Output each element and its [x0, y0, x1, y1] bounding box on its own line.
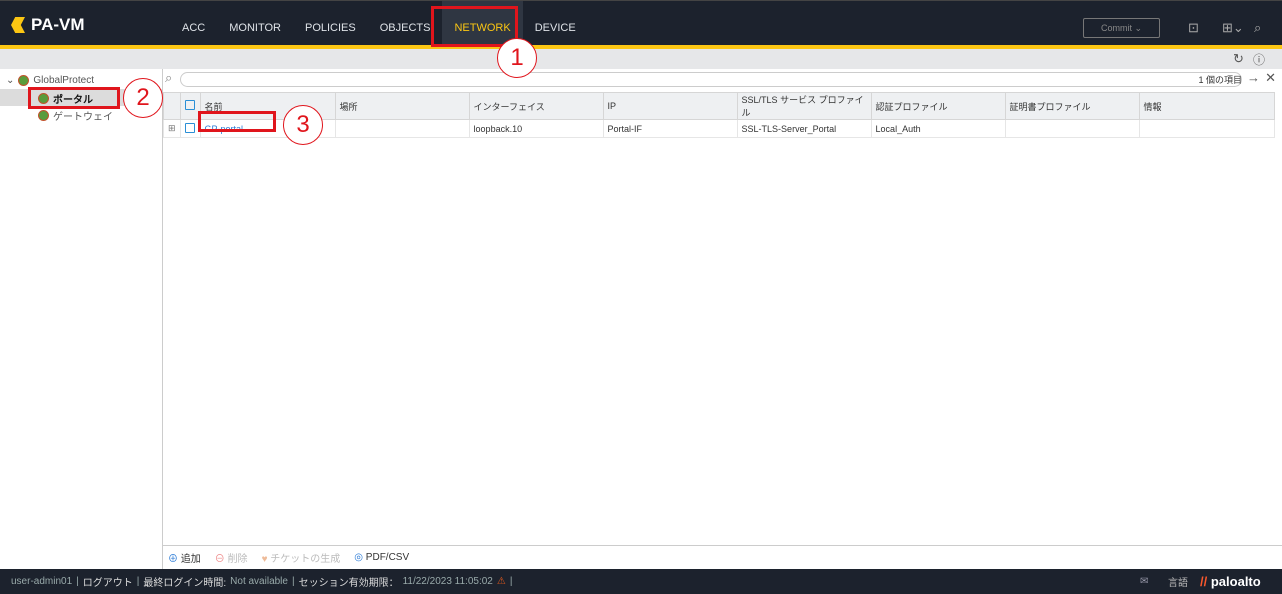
- table-row: ⊞ GP-portal loopback.10 Portal-IF SSL-TL…: [163, 119, 1276, 138]
- logo: PA-VM: [11, 15, 85, 35]
- cell-interface: loopback.10: [468, 119, 604, 138]
- commit-button[interactable]: Commit ⌄: [1083, 18, 1160, 38]
- plus-icon: ⊕: [168, 554, 178, 565]
- language-link[interactable]: 言語: [1168, 574, 1188, 589]
- session-label: セッション有効期限：: [298, 578, 399, 589]
- annotation-1: 1: [497, 38, 537, 78]
- add-button[interactable]: ⊕ 追加: [168, 550, 201, 565]
- tree-globalprotect[interactable]: ⌄ GlobalProtect: [6, 75, 94, 86]
- tab-monitor[interactable]: MONITOR: [217, 1, 293, 46]
- app-title: PA-VM: [31, 15, 85, 34]
- portal-table: 名前 場所 インターフェイス IP SSL/TLS サービス プロファイル 認証…: [163, 92, 1276, 138]
- cell-location: [334, 119, 470, 138]
- tab-policies[interactable]: POLICIES: [293, 1, 368, 46]
- col-location[interactable]: 場所: [334, 92, 470, 120]
- col-info[interactable]: 情報: [1138, 92, 1276, 120]
- main-panel: ⌕ 1 個の項目 → ✕ 名前 場所 インターフェイス IP SSL/TLS サ…: [163, 69, 1282, 545]
- paloalto-logo: // paloalto: [1200, 574, 1261, 589]
- cell-auth-profile: Local_Auth: [870, 119, 1006, 138]
- sidebar-item-gateway[interactable]: ゲートウェイ: [38, 108, 113, 123]
- filter-input[interactable]: [180, 72, 1242, 87]
- pdf-csv-button[interactable]: ◎ PDF/CSV: [354, 552, 409, 563]
- annotation-box-gp-portal: [198, 111, 276, 132]
- mail-icon[interactable]: ✉: [1140, 576, 1148, 587]
- add-label: 追加: [180, 554, 201, 565]
- sub-toolbar: ↻ ⓘ: [0, 49, 1282, 69]
- brand-text: paloalto: [1210, 574, 1261, 589]
- minus-icon: ⊖: [214, 554, 225, 565]
- apply-filter-icon[interactable]: →: [1247, 70, 1260, 85]
- lock-icon[interactable]: ⊡: [1188, 20, 1199, 36]
- refresh-icon[interactable]: ↻: [1233, 51, 1244, 67]
- logo-icon: [11, 17, 25, 33]
- col-ip[interactable]: IP: [602, 92, 738, 120]
- delete-label: 削除: [227, 554, 248, 565]
- session-value: 11/22/2023 11:05:02: [402, 576, 493, 587]
- gateway-icon: [38, 110, 49, 121]
- ticket-label: チケットの生成: [270, 554, 341, 565]
- ticket-button[interactable]: ♥ チケットの生成: [262, 550, 341, 565]
- expand-col: [163, 92, 181, 120]
- last-login-value: Not available: [230, 576, 288, 587]
- last-login-label: 最終ログイン時間:: [143, 578, 227, 589]
- warning-icon[interactable]: ⚠: [497, 576, 506, 587]
- tab-device[interactable]: DEVICE: [523, 1, 588, 46]
- cell-ssl-profile: SSL-TLS-Server_Portal: [736, 119, 872, 138]
- clear-filter-icon[interactable]: ✕: [1265, 70, 1276, 86]
- cell-ip: Portal-IF: [602, 119, 738, 138]
- config-icon[interactable]: ⊞⌄: [1222, 20, 1244, 36]
- pdf-icon: ◎: [354, 552, 364, 563]
- annotation-2: 2: [123, 78, 163, 118]
- ticket-icon: ♥: [261, 554, 268, 565]
- expand-icon[interactable]: ⊞: [163, 119, 181, 138]
- status-bar: user-admin01 | ログアウト | 最終ログイン時間: Not avail…: [0, 569, 1282, 594]
- tree-label: GlobalProtect: [33, 75, 94, 86]
- col-ssl-profile[interactable]: SSL/TLS サービス プロファイル: [736, 92, 872, 120]
- search-icon[interactable]: ⌕: [1254, 20, 1261, 36]
- col-auth-profile[interactable]: 認証プロファイル: [870, 92, 1006, 120]
- cell-info: [1138, 119, 1276, 138]
- tab-acc[interactable]: ACC: [170, 1, 217, 46]
- col-interface[interactable]: インターフェイス: [468, 92, 604, 120]
- pdf-label: PDF/CSV: [365, 552, 410, 563]
- item-count: 1 個の項目: [1198, 75, 1242, 85]
- globalprotect-icon: [18, 75, 30, 86]
- annotation-3: 3: [283, 105, 323, 145]
- search-icon: ⌕: [165, 70, 173, 85]
- logout-link[interactable]: ログアウト: [83, 574, 133, 589]
- delete-button[interactable]: ⊖ 削除: [215, 550, 248, 565]
- top-bar: PA-VM ACC MONITOR POLICIES OBJECTS NETWO…: [0, 0, 1282, 46]
- chevron-down-icon: ⌄: [6, 75, 15, 86]
- bottom-toolbar: ⊕ 追加 ⊖ 削除 ♥ チケットの生成 ◎ PDF/CSV: [163, 545, 1282, 569]
- cell-cert-profile: [1004, 119, 1140, 138]
- help-icon[interactable]: ⓘ: [1253, 51, 1265, 68]
- annotation-box-portal: [28, 87, 120, 109]
- col-cert-profile[interactable]: 証明書プロファイル: [1004, 92, 1140, 120]
- sidebar-item-label: ゲートウェイ: [53, 112, 113, 123]
- username: user-admin01: [11, 576, 73, 587]
- sidebar: ⌄ GlobalProtect ポータル ゲートウェイ: [0, 69, 163, 569]
